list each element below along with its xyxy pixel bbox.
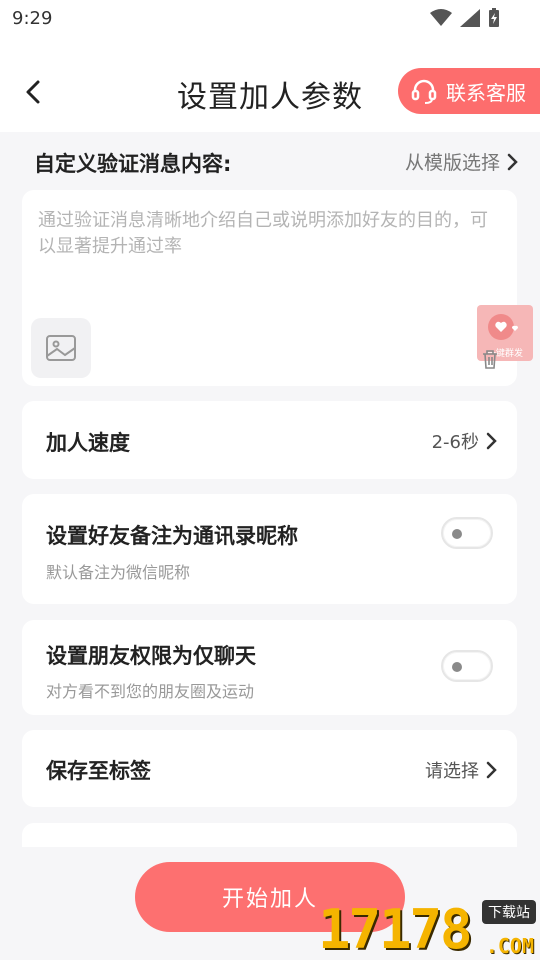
add-speed-value-text: 2-6秒 <box>431 432 479 453</box>
message-section-header: 自定义验证消息内容: 从模版选择 <box>30 140 520 184</box>
chevron-right-icon <box>507 153 518 170</box>
add-speed-value: 2-6秒 <box>432 428 499 454</box>
contact-support-button[interactable]: 联系客服 <box>398 68 540 114</box>
template-select-label: 从模版选择 <box>404 152 500 174</box>
message-section-title: 自定义验证消息内容: <box>34 152 232 176</box>
contact-support-label: 联系客服 <box>446 80 526 105</box>
status-time: 9:29 <box>12 8 53 29</box>
start-adding-label: 开始加人 <box>221 887 318 912</box>
chat-only-label: 设置朋友权限为仅聊天 <box>46 644 256 668</box>
chat-only-row: 设置朋友权限为仅聊天 对方看不到您的朋友圈及运动 <box>22 620 517 715</box>
watermark-tag: 下载站 <box>482 900 536 924</box>
image-icon <box>46 335 76 361</box>
template-select-link[interactable]: 从模版选择 <box>405 148 520 175</box>
message-card: 通过验证消息清晰地介绍自己或说明添加好友的目的，可以显著提升通过率 <box>22 190 517 386</box>
site-watermark: 17178 下载站 .COM <box>318 898 540 960</box>
chevron-right-icon <box>486 761 497 779</box>
battery-icon <box>489 8 499 27</box>
headset-icon <box>411 79 437 104</box>
chevron-right-icon <box>486 432 497 450</box>
save-to-tag-value-text: 请选择 <box>425 761 479 782</box>
heart-icon <box>488 314 519 340</box>
save-to-tag-label: 保存至标签 <box>46 759 151 783</box>
status-icons <box>430 8 500 28</box>
trash-icon[interactable] <box>480 348 500 370</box>
verification-message-input[interactable]: 通过验证消息清晰地介绍自己或说明添加好友的目的，可以显著提升通过率 <box>38 208 503 260</box>
status-bar: 9:29 <box>0 0 540 40</box>
remark-nickname-row: 设置好友备注为通讯录昵称 默认备注为微信昵称 <box>22 494 517 604</box>
add-image-button[interactable] <box>31 318 91 378</box>
add-speed-row[interactable]: 加人速度 2-6秒 <box>22 401 517 479</box>
chat-only-toggle[interactable] <box>441 650 493 682</box>
chat-only-sub: 对方看不到您的朋友圈及运动 <box>46 682 255 701</box>
toggle-knob <box>452 529 462 539</box>
save-to-tag-row[interactable]: 保存至标签 请选择 <box>22 730 517 807</box>
remark-nickname-sub: 默认备注为微信昵称 <box>46 563 191 582</box>
wifi-icon <box>430 9 452 26</box>
watermark-number: 17178 <box>318 898 473 960</box>
save-to-tag-value: 请选择 <box>425 757 499 783</box>
next-row-partial <box>22 823 517 847</box>
signal-icon <box>460 9 480 27</box>
watermark-suffix: .COM <box>485 934 534 958</box>
add-speed-label: 加人速度 <box>46 431 130 455</box>
header: 设置加人参数 联系客服 <box>0 40 540 132</box>
toggle-knob <box>452 662 462 672</box>
remark-nickname-label: 设置好友备注为通讯录昵称 <box>46 524 298 548</box>
remark-nickname-toggle[interactable] <box>441 517 493 549</box>
